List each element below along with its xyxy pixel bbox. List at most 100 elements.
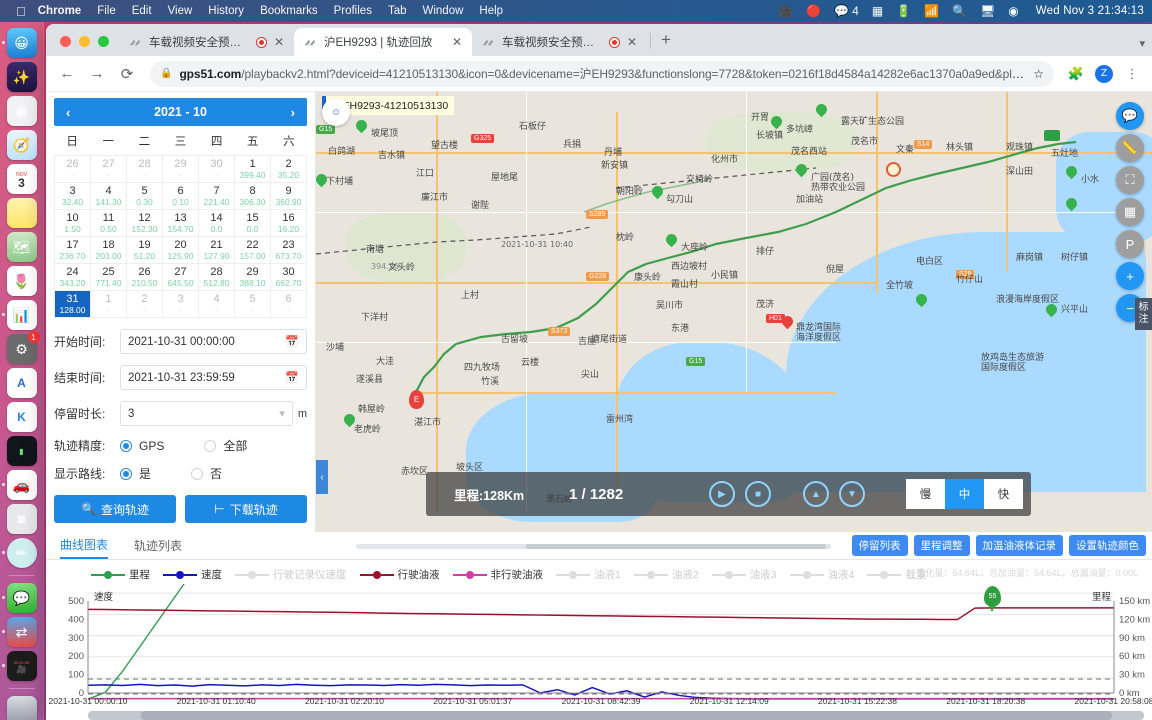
map-poi-pin-10[interactable]: [341, 411, 358, 428]
map-poi-pin-5[interactable]: [663, 231, 680, 248]
chart-stop-marker[interactable]: 55: [984, 586, 1001, 612]
reload-button[interactable]: ⟳: [114, 61, 140, 87]
stop-list-button[interactable]: 停留列表: [851, 535, 908, 556]
dock-item-terminal[interactable]: ▮: [6, 436, 37, 466]
dock-item-settings-ring[interactable]: ⚙ 1: [6, 331, 40, 364]
speed-fast-button[interactable]: 快: [984, 479, 1023, 509]
radio-yes-icon[interactable]: [120, 467, 132, 480]
download-track-button[interactable]: ⊢ 下载轨迹: [185, 495, 307, 523]
route-option-yes[interactable]: 是: [120, 465, 151, 482]
calendar-day-cell[interactable]: 23 673.70: [271, 237, 307, 264]
close-window-button[interactable]: [60, 36, 71, 47]
calendar-day-cell[interactable]: 5-: [235, 291, 271, 318]
calendar-day-cell[interactable]: 30 662.70: [271, 264, 307, 291]
dock-item-wechat[interactable]: 💬: [1, 583, 37, 613]
accuracy-option-gps[interactable]: GPS: [120, 439, 164, 453]
calendar-day-cell[interactable]: 9 360.90: [271, 183, 307, 210]
calendar-icon[interactable]: 📅: [285, 371, 299, 384]
map-grid-button[interactable]: ▦: [1116, 198, 1144, 226]
map-parking-button[interactable]: P: [1116, 230, 1144, 258]
calendar-day-cell[interactable]: 27 645.50: [163, 264, 199, 291]
forward-button[interactable]: →: [84, 61, 110, 87]
calendar-day-cell[interactable]: 30-: [199, 156, 235, 183]
dock-item-safari[interactable]: 🧭: [6, 130, 37, 160]
menu-history[interactable]: History: [208, 5, 244, 17]
map-container[interactable]: E 2021-10-31 10:40 394.26 G325 S14 G15 G…: [316, 92, 1152, 532]
map-poi-pin-11[interactable]: [1043, 301, 1060, 318]
menu-view[interactable]: View: [168, 5, 193, 17]
apple-logo-icon[interactable]: : [16, 4, 26, 19]
dock-item-maps[interactable]: 🗺: [6, 232, 37, 262]
calendar-day-cell[interactable]: 1-: [91, 291, 127, 318]
menu-edit[interactable]: Edit: [132, 5, 152, 17]
search-icon[interactable]: 🔍: [952, 4, 967, 18]
panel-scrollbar-thumb[interactable]: [526, 544, 826, 549]
calendar-day-cell[interactable]: 26-: [55, 156, 91, 183]
new-tab-button[interactable]: +: [654, 30, 678, 56]
map-canvas[interactable]: E 2021-10-31 10:40 394.26 G325 S14 G15 G…: [316, 92, 1152, 532]
map-poi-pin-6[interactable]: [1063, 163, 1080, 180]
address-bar[interactable]: 🔒 gps51.com/playbackv2.html?deviceid=412…: [150, 60, 1054, 87]
record-icon[interactable]: 🔴: [806, 4, 821, 18]
dock-item-launch-app[interactable]: ✨: [6, 62, 37, 92]
dock-item-launchpad[interactable]: ▦: [6, 96, 37, 126]
menu-clock[interactable]: Wed Nov 3 21:34:13: [1036, 5, 1144, 17]
chart-legend-item[interactable]: 行驶油液: [359, 567, 440, 582]
calendar-day-cell[interactable]: 5 0.30: [127, 183, 163, 210]
calendar-day-cell[interactable]: 15 0.0: [235, 210, 271, 237]
radio-all-icon[interactable]: [204, 439, 217, 452]
maximize-window-button[interactable]: [98, 36, 109, 47]
calendar-day-cell[interactable]: 29-: [163, 156, 199, 183]
map-annotate-button[interactable]: 标注: [1135, 298, 1152, 330]
mileage-adjust-button[interactable]: 里程调整: [913, 535, 970, 556]
menu-profiles[interactable]: Profiles: [334, 5, 372, 17]
calendar-day-cell[interactable]: 29 388.10: [235, 264, 271, 291]
menu-window[interactable]: Window: [423, 5, 464, 17]
menu-chrome[interactable]: Chrome: [38, 5, 81, 17]
fuel-record-button[interactable]: 加温油液体记录: [975, 535, 1063, 556]
playback-stop-button[interactable]: ■: [745, 481, 771, 507]
chevron-down-icon[interactable]: ▾: [279, 407, 285, 420]
end-time-input[interactable]: 2021-10-31 23:59:59 📅: [120, 365, 307, 390]
calendar-day-cell[interactable]: 25 771.40: [91, 264, 127, 291]
map-zoom-in-button[interactable]: +: [1116, 262, 1144, 290]
calendar-prev-button[interactable]: ‹: [66, 105, 70, 120]
calendar-day-cell[interactable]: 13 154.70: [163, 210, 199, 237]
calendar-icon[interactable]: 📅: [285, 335, 299, 348]
map-poi-pin-1[interactable]: [353, 117, 370, 134]
calendar-day-cell[interactable]: 7 221.40: [199, 183, 235, 210]
chart-legend-item[interactable]: 油液3: [711, 567, 777, 582]
calendar-day-cell[interactable]: 3-: [163, 291, 199, 318]
map-poi-pin-3[interactable]: [649, 183, 666, 200]
kebab-menu-icon[interactable]: ⋮: [1120, 62, 1144, 86]
calendar-day-cell[interactable]: 20 125.90: [163, 237, 199, 264]
calendar-day-cell[interactable]: 22 157.00: [235, 237, 271, 264]
radio-gps-icon[interactable]: [120, 439, 132, 452]
calendar-day-cell[interactable]: 16 16.20: [271, 210, 307, 237]
tab-1[interactable]: 车载视频安全预警平台 ✕: [119, 28, 294, 56]
dock-item-calendar[interactable]: NOV 3: [6, 164, 37, 194]
menu-bookmarks[interactable]: Bookmarks: [260, 5, 318, 17]
menu-tab[interactable]: Tab: [388, 5, 407, 17]
calendar-day-cell[interactable]: 27-: [91, 156, 127, 183]
calendar-day-cell[interactable]: 4-: [199, 291, 235, 318]
radio-no-icon[interactable]: [191, 467, 204, 480]
speed-medium-button[interactable]: 中: [945, 479, 984, 509]
map-poi-pin-9[interactable]: [779, 313, 796, 330]
dock-item-finder[interactable]: 😀: [1, 28, 37, 58]
calendar-day-cell[interactable]: 26 210.50: [127, 264, 163, 291]
menu-help[interactable]: Help: [479, 5, 503, 17]
menu-file[interactable]: File: [97, 5, 116, 17]
back-button[interactable]: ←: [54, 61, 80, 87]
calendar-day-cell[interactable]: 18 203.00: [91, 237, 127, 264]
stay-duration-select[interactable]: 3 ▾: [120, 401, 293, 426]
map-poi-pin-8[interactable]: [913, 291, 930, 308]
dock-item-calculator[interactable]: ▦: [6, 504, 37, 534]
wifi-icon[interactable]: 📶: [924, 4, 939, 18]
dock-item-numbers[interactable]: 📊: [1, 300, 37, 330]
calendar-day-cell[interactable]: 6 0.10: [163, 183, 199, 210]
map-poi-pin-12[interactable]: [813, 101, 830, 118]
input-method-icon[interactable]: ▦: [872, 4, 883, 18]
battery-icon[interactable]: 🔋: [896, 4, 911, 18]
chart-legend-item[interactable]: 行驶记录仪速度: [235, 567, 347, 582]
